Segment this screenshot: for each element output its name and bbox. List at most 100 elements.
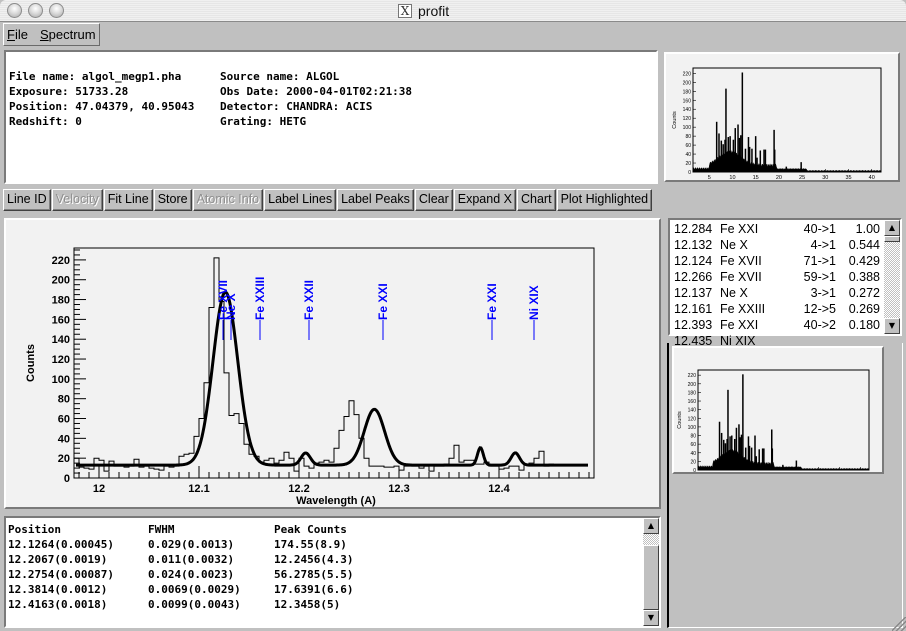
thumb-y-tick-label: 40 bbox=[690, 451, 696, 457]
line-wavelength: 12.393 bbox=[674, 318, 713, 332]
line-list-scrollbar[interactable]: ▲ ▼ bbox=[884, 220, 900, 334]
result-peak-counts: 174.55(8.9) bbox=[274, 538, 347, 551]
info-left-field: Exposure: 51733.28 bbox=[9, 85, 129, 98]
overview-plot-bottom: 5101520253035400204060801001201401601802… bbox=[677, 369, 870, 472]
y-tick-label: 100 bbox=[52, 374, 70, 386]
line-transition: 4->1 bbox=[810, 238, 836, 252]
close-window-button[interactable] bbox=[7, 3, 22, 18]
menu-file-mnemonic: F bbox=[7, 27, 15, 42]
thumb-x-tick-label: 40 bbox=[869, 175, 875, 180]
results-row[interactable]: 12.2067(0.0019) 0.011(0.0032) 12.2456(4.3) bbox=[8, 552, 353, 567]
line-list-item[interactable]: 12.284 Fe XXI 40->1 1.00 bbox=[674, 221, 880, 237]
info-row: Position: 47.04379, 40.95043 Detector: CH… bbox=[9, 99, 412, 114]
results-scroll-down-button[interactable]: ▼ bbox=[643, 610, 659, 626]
file-info-grid: File name: algol_megp1.pha Source name: A… bbox=[9, 69, 412, 129]
plot-highlighted-button[interactable]: Plot Highlighted bbox=[556, 189, 653, 211]
line-list-item[interactable]: 12.161 Fe XXIII 12->5 0.269 bbox=[674, 301, 880, 317]
expand-x-button[interactable]: Expand X bbox=[453, 189, 516, 211]
plot-frame bbox=[73, 247, 595, 479]
fit-line-button[interactable]: Fit Line bbox=[103, 189, 153, 211]
line-id-button[interactable]: Line ID bbox=[3, 189, 51, 211]
window-resize-grip[interactable] bbox=[892, 617, 906, 631]
label-peaks-button[interactable]: Label Peaks bbox=[337, 189, 414, 211]
thumb-x-tick-label: 5 bbox=[708, 175, 711, 180]
line-list-item[interactable]: 12.132 Ne X 4->1 0.544 bbox=[674, 237, 880, 253]
thumb-y-tick-label: 140 bbox=[683, 107, 692, 113]
result-position: 12.3814(0.0012) bbox=[8, 583, 108, 596]
results-scroll-track[interactable] bbox=[643, 534, 659, 545]
result-position: 12.4163(0.0018) bbox=[8, 598, 108, 611]
line-strength: 0.429 bbox=[848, 254, 880, 268]
results-scrollbar[interactable]: ▲ ▼ bbox=[643, 518, 659, 626]
y-tick-label: 220 bbox=[52, 255, 70, 267]
info-row: Exposure: 51733.28 Obs Date: 2000-04-01T0… bbox=[9, 84, 412, 99]
result-position: 12.1264(0.00045) bbox=[8, 538, 114, 551]
results-row[interactable]: 12.2754(0.00087) 0.024(0.0023) 56.2785(5.5… bbox=[8, 567, 353, 582]
line-list-item[interactable]: 12.393 Fe XXI 40->2 0.180 bbox=[674, 317, 880, 333]
thumb-y-tick-label: 40 bbox=[685, 152, 691, 158]
line-wavelength: 12.132 bbox=[674, 238, 713, 252]
x11-icon: X bbox=[398, 4, 412, 18]
fit-results-table: Position FWHM Peak Counts 12.1264(0.00045) 0… bbox=[8, 522, 353, 612]
scroll-up-button[interactable]: ▲ bbox=[884, 220, 900, 236]
info-left-field: Position: 47.04379, 40.95043 bbox=[9, 100, 195, 113]
line-wavelength: 12.284 bbox=[674, 222, 713, 236]
menu-spectrum[interactable]: Spectrum bbox=[40, 27, 96, 42]
zoom-window-button[interactable] bbox=[49, 3, 64, 18]
line-wavelength: 12.137 bbox=[674, 286, 713, 300]
results-row[interactable]: 12.3814(0.0012) 0.0069(0.0029) 17.6391(6.6… bbox=[8, 582, 353, 597]
minimize-window-button[interactable] bbox=[28, 3, 43, 18]
line-strength: 0.180 bbox=[848, 318, 880, 332]
scroll-down-button[interactable]: ▼ bbox=[884, 318, 900, 334]
x-tick-label: 12 bbox=[93, 483, 105, 495]
results-scroll-thumb[interactable] bbox=[643, 545, 659, 610]
line-label: Fe XXIII bbox=[253, 277, 267, 320]
result-fwhm: 0.011(0.0032) bbox=[148, 553, 235, 566]
chart-button[interactable]: Chart bbox=[516, 189, 556, 211]
line-label: Fe XXI bbox=[485, 283, 499, 320]
line-list: 12.284 Fe XXI 40->1 1.00 12.132 Ne X 4->1 0.544… bbox=[674, 221, 880, 349]
info-row: Redshift: 0 Grating: HETG bbox=[9, 114, 412, 129]
window-title-text: profit bbox=[418, 3, 450, 19]
menu-file[interactable]: File bbox=[7, 27, 28, 42]
line-transition: 12->5 bbox=[803, 302, 836, 316]
label-lines-button[interactable]: Label Lines bbox=[264, 189, 337, 211]
menu-spectrum-label: pectrum bbox=[48, 27, 96, 42]
scroll-track[interactable] bbox=[884, 242, 900, 318]
overview-thumbnail-top[interactable]: 5 10 15 20 25 30 35 40 0 20 40 60 80 100 120 140 160 180 2… bbox=[664, 52, 900, 182]
velocity-button[interactable]: Velocity bbox=[51, 189, 103, 211]
spectrum-chart: 0 20 40 60 80 100 120 140 160 180 200 220 12 12.1 12.2… bbox=[25, 247, 595, 507]
menu-file-label: ile bbox=[14, 27, 28, 42]
line-ion: Fe XXI bbox=[720, 318, 759, 332]
thumb-x-tick-label: 35 bbox=[845, 175, 851, 180]
line-ion: Ne X bbox=[720, 286, 748, 300]
thumb-y-tick-label: 180 bbox=[683, 89, 692, 95]
info-row: File name: algol_megp1.pha Source name: A… bbox=[9, 69, 412, 84]
results-row[interactable]: 12.1264(0.00045) 0.029(0.0013) 174.55(8.9) bbox=[8, 537, 353, 552]
thumb-y-tick-label: 160 bbox=[683, 98, 692, 104]
line-label: Fe XXII bbox=[302, 280, 316, 320]
clear-button[interactable]: Clear bbox=[414, 189, 453, 211]
line-strength: 1.00 bbox=[855, 222, 880, 236]
atomic-info-button[interactable]: Atomic Info bbox=[192, 189, 264, 211]
thumb-x-tick-label: 30 bbox=[822, 175, 828, 180]
overview-thumbnail-bottom[interactable]: 5101520253035400204060801001201401601802… bbox=[672, 346, 884, 474]
y-tick-label: 60 bbox=[58, 414, 70, 426]
x-axis-label: Wavelength (A) bbox=[296, 495, 376, 507]
spectrum-plot-panel[interactable]: 0 20 40 60 80 100 120 140 160 180 200 220 12 12.1 12.2… bbox=[4, 218, 661, 509]
store-button[interactable]: Store bbox=[153, 189, 192, 211]
result-position: 12.2067(0.0019) bbox=[8, 553, 108, 566]
line-strength: 0.272 bbox=[848, 286, 880, 300]
line-list-item[interactable]: 12.266 Fe XVII 59->1 0.388 bbox=[674, 269, 880, 285]
results-scroll-up-button[interactable]: ▲ bbox=[643, 518, 659, 534]
line-list-item[interactable]: 12.124 Fe XVII 71->1 0.429 bbox=[674, 253, 880, 269]
info-right-field: Grating: HETG bbox=[220, 115, 307, 128]
menu-spectrum-mnemonic: S bbox=[39, 27, 49, 42]
line-strength: 0.388 bbox=[848, 270, 880, 284]
results-row[interactable]: 12.4163(0.0018) 0.0099(0.0043) 12.3458(5) bbox=[8, 597, 353, 612]
thumb-x-tick-label: 25 bbox=[799, 175, 805, 180]
thumb-y-tick-label: 200 bbox=[688, 382, 697, 388]
y-tick-label: 180 bbox=[52, 295, 70, 307]
thumb-y-tick-label: 0 bbox=[693, 468, 696, 472]
line-list-item[interactable]: 12.137 Ne X 3->1 0.272 bbox=[674, 285, 880, 301]
